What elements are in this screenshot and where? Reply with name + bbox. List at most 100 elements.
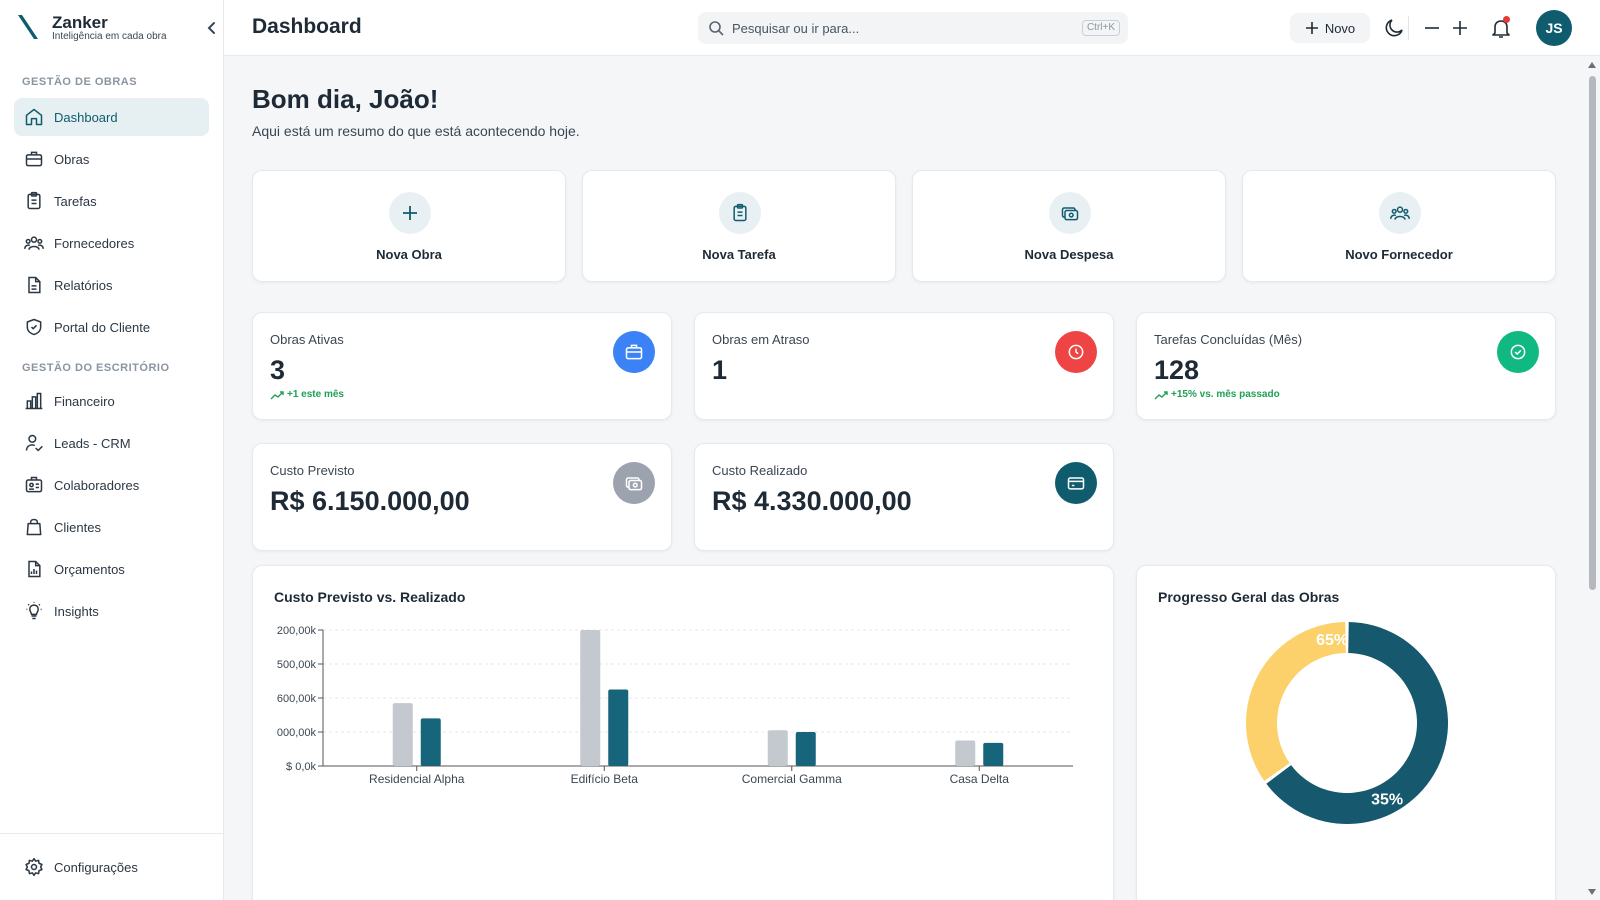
stat-card-tarefas-concluidas: Tarefas Concluídas (Mês) 128 +15% vs. mê… bbox=[1136, 312, 1556, 420]
sidebar-item-label: Fornecedores bbox=[54, 235, 135, 251]
sidebar-item-clientes[interactable]: Clientes bbox=[14, 508, 209, 546]
sidebar-item-dashboard[interactable]: Dashboard bbox=[14, 98, 209, 136]
bar[interactable] bbox=[795, 732, 816, 766]
bar-chart-icon bbox=[25, 392, 43, 410]
sidebar-item-orcamentos[interactable]: Orçamentos bbox=[14, 550, 209, 588]
sidebar-item-label: Insights bbox=[54, 603, 99, 619]
section-title-obras: GESTÃO DE OBRAS bbox=[22, 76, 138, 88]
bar[interactable] bbox=[983, 742, 1004, 766]
page-title: Dashboard bbox=[252, 15, 362, 38]
stat-card-obras-em-atraso: Obras em Atraso 1 bbox=[694, 312, 1114, 420]
zoom-out-button[interactable] bbox=[1420, 16, 1444, 40]
sidebar-item-fornecedores[interactable]: Fornecedores bbox=[14, 224, 209, 262]
donut-chart: 65% 35% bbox=[1246, 622, 1448, 824]
plus-icon bbox=[403, 206, 417, 220]
sidebar-item-label: Clientes bbox=[54, 519, 101, 535]
zanker-logo-icon bbox=[18, 15, 38, 39]
stat-label: Obras Ativas bbox=[270, 332, 344, 347]
briefcase-icon bbox=[625, 344, 643, 360]
bar[interactable] bbox=[955, 740, 976, 767]
brand[interactable]: Zanker Inteligência em cada obra bbox=[16, 12, 216, 46]
x-tick-label: Residencial Alpha bbox=[369, 772, 465, 786]
quick-action-nova-tarefa[interactable]: Nova Tarefa bbox=[582, 170, 896, 282]
y-tick-label: $ 0,0k bbox=[286, 761, 316, 773]
sidebar-item-insights[interactable]: Insights bbox=[14, 592, 209, 630]
money-icon bbox=[625, 477, 643, 491]
sidebar-item-obras[interactable]: Obras bbox=[14, 140, 209, 178]
sidebar-item-label: Orçamentos bbox=[54, 561, 125, 577]
sidebar-item-label: Financeiro bbox=[54, 393, 115, 409]
quick-icon-wrap bbox=[1049, 192, 1091, 234]
moon-icon bbox=[1385, 19, 1403, 37]
greeting-subtitle: Aqui está um resumo do que está acontece… bbox=[252, 123, 580, 139]
pie-chart-card: Progresso Geral das Obras 65% 35% bbox=[1136, 565, 1556, 900]
quick-action-nova-despesa[interactable]: Nova Despesa bbox=[912, 170, 1226, 282]
card-icon bbox=[1067, 477, 1085, 490]
plus-icon bbox=[1305, 22, 1318, 34]
brand-name: Zanker bbox=[52, 13, 108, 32]
bar[interactable] bbox=[580, 630, 601, 766]
user-avatar[interactable]: JS bbox=[1536, 10, 1572, 46]
sidebar-item-financeiro[interactable]: Financeiro bbox=[14, 382, 209, 420]
stat-value: R$ 4.330.000,00 bbox=[712, 486, 912, 516]
bar[interactable] bbox=[767, 730, 788, 766]
zoom-in-button[interactable] bbox=[1448, 16, 1472, 40]
stat-icon-wrap bbox=[1497, 331, 1539, 373]
y-tick-label: 500,00k bbox=[277, 659, 317, 671]
plus-icon bbox=[1453, 21, 1467, 35]
sidebar-item-portal-do-cliente[interactable]: Portal do Cliente bbox=[14, 308, 209, 346]
sidebar-item-configuracoes[interactable]: Configurações bbox=[14, 848, 209, 886]
search-bar[interactable]: Ctrl+K bbox=[698, 12, 1128, 44]
quick-action-novo-fornecedor[interactable]: Novo Fornecedor bbox=[1242, 170, 1556, 282]
user-handshake-icon bbox=[25, 434, 43, 452]
search-input[interactable] bbox=[732, 18, 1062, 38]
scrollbar-thumb[interactable] bbox=[1589, 76, 1596, 590]
quick-action-label: Nova Despesa bbox=[1024, 247, 1114, 262]
scroll-up-arrow-icon[interactable] bbox=[1587, 61, 1597, 69]
sidebar-item-relatorios[interactable]: Relatórios bbox=[14, 266, 209, 304]
sidebar-item-label: Obras bbox=[54, 151, 90, 167]
minus-icon bbox=[1425, 27, 1439, 29]
bar-chart-title: Custo Previsto vs. Realizado bbox=[274, 589, 466, 605]
sidebar-item-tarefas[interactable]: Tarefas bbox=[14, 182, 209, 220]
stat-card-custo-previsto: Custo Previsto R$ 6.150.000,00 bbox=[252, 443, 672, 551]
sidebar-item-label: Tarefas bbox=[54, 193, 97, 209]
scroll-down-arrow-icon[interactable] bbox=[1587, 888, 1597, 896]
quick-action-nova-obra[interactable]: Nova Obra bbox=[252, 170, 566, 282]
users-icon bbox=[24, 236, 44, 250]
stat-card-custo-realizado: Custo Realizado R$ 4.330.000,00 bbox=[694, 443, 1114, 551]
sidebar-item-label: Colaboradores bbox=[54, 477, 140, 493]
notifications-button[interactable] bbox=[1489, 16, 1513, 40]
sidebar-item-label: Leads - CRM bbox=[54, 435, 131, 451]
y-tick-label: 200,00k bbox=[277, 625, 317, 637]
trending-up-icon bbox=[270, 390, 284, 399]
settings-label: Configurações bbox=[54, 859, 138, 875]
topbar: Dashboard Ctrl+K Novo JS bbox=[224, 0, 1600, 56]
donut-slice-label: 65% bbox=[1316, 632, 1348, 649]
stat-trend-text: +15% vs. mês passado bbox=[1171, 389, 1280, 400]
theme-toggle-button[interactable] bbox=[1382, 16, 1406, 40]
sidebar-item-label: Portal do Cliente bbox=[54, 319, 151, 335]
bar[interactable] bbox=[420, 718, 441, 766]
check-circle-icon bbox=[1510, 344, 1526, 360]
report-icon bbox=[28, 560, 41, 578]
stat-card-obras-ativas: Obras Ativas 3 +1 este mês bbox=[252, 312, 672, 420]
stat-label: Custo Previsto bbox=[270, 463, 355, 478]
new-button[interactable]: Novo bbox=[1290, 13, 1370, 43]
sidebar-item-leads-crm[interactable]: Leads - CRM bbox=[14, 424, 209, 462]
stat-icon-wrap bbox=[613, 462, 655, 504]
stat-trend: +1 este mês bbox=[270, 389, 344, 400]
stat-label: Tarefas Concluídas (Mês) bbox=[1154, 332, 1303, 347]
document-icon bbox=[28, 276, 41, 294]
bar[interactable] bbox=[608, 689, 629, 767]
chevron-left-icon[interactable] bbox=[205, 20, 219, 36]
section-title-escritorio: GESTÃO DO ESCRITÓRIO bbox=[22, 362, 170, 374]
stat-icon-wrap bbox=[1055, 331, 1097, 373]
quick-action-label: Nova Obra bbox=[376, 247, 442, 262]
bar[interactable] bbox=[392, 703, 413, 766]
x-tick-label: Edifício Beta bbox=[571, 772, 639, 786]
sidebar-item-label: Relatórios bbox=[54, 277, 113, 293]
bar-chart: $ 0,0k 000,00k 600,00k 500,00k 200,00k Reside… bbox=[277, 625, 1073, 786]
sidebar-item-colaboradores[interactable]: Colaboradores bbox=[14, 466, 209, 504]
sidebar-divider bbox=[0, 833, 224, 834]
